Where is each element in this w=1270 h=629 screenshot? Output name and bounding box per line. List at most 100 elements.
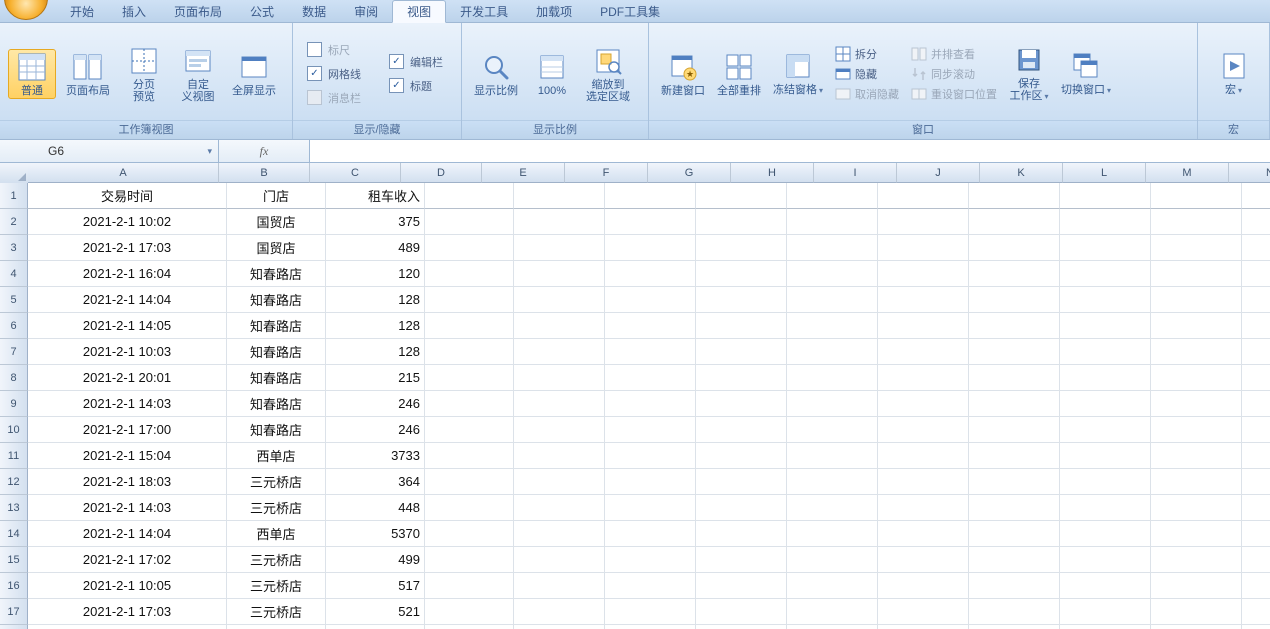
cell[interactable] (1242, 365, 1270, 391)
cell[interactable] (969, 365, 1060, 391)
cell[interactable]: 2021-2-1 14:03 (28, 391, 227, 417)
column-header[interactable]: N (1229, 163, 1270, 183)
cell[interactable] (514, 391, 605, 417)
cell[interactable] (878, 313, 969, 339)
cell[interactable] (969, 443, 1060, 469)
cell[interactable] (514, 261, 605, 287)
cell[interactable] (605, 495, 696, 521)
cell[interactable] (1151, 417, 1242, 443)
cell[interactable] (696, 287, 787, 313)
formulabar-checkbox[interactable]: ✓编辑栏 (389, 54, 443, 70)
cell[interactable] (1060, 287, 1151, 313)
cell[interactable] (969, 599, 1060, 625)
cell[interactable] (1151, 599, 1242, 625)
cell[interactable]: 489 (326, 235, 425, 261)
cell[interactable] (969, 625, 1060, 629)
cell[interactable] (605, 183, 696, 209)
fx-icon[interactable]: fx (260, 144, 269, 159)
page-break-preview-button[interactable]: 分页 预览 (120, 43, 168, 105)
cell[interactable] (969, 287, 1060, 313)
cell[interactable]: 246 (326, 391, 425, 417)
cell[interactable] (1060, 625, 1151, 629)
cell[interactable]: 2021-2-1 20:03 (28, 625, 227, 629)
cell[interactable] (878, 521, 969, 547)
tab-页面布局[interactable]: 页面布局 (160, 1, 236, 22)
cell[interactable]: 知春路店 (227, 287, 326, 313)
cell[interactable] (787, 495, 878, 521)
cell[interactable] (605, 235, 696, 261)
cell[interactable] (969, 183, 1060, 209)
cell[interactable] (969, 339, 1060, 365)
row-header[interactable]: 2 (0, 209, 28, 235)
cell[interactable] (1242, 235, 1270, 261)
cell[interactable] (1151, 339, 1242, 365)
cell[interactable]: 三元桥店 (227, 547, 326, 573)
cell[interactable]: 交易时间 (28, 183, 227, 209)
zoom-button[interactable]: 显示比例 (470, 49, 522, 99)
cell[interactable] (425, 417, 514, 443)
cell[interactable] (878, 443, 969, 469)
cell[interactable] (605, 521, 696, 547)
cell[interactable] (605, 573, 696, 599)
column-header[interactable]: F (565, 163, 648, 183)
cell[interactable]: 国贸店 (227, 235, 326, 261)
cell[interactable] (425, 209, 514, 235)
cell[interactable]: 知春路店 (227, 261, 326, 287)
cell[interactable] (1242, 625, 1270, 629)
cell[interactable] (1151, 547, 1242, 573)
tab-审阅[interactable]: 审阅 (340, 1, 392, 22)
cell[interactable] (1242, 339, 1270, 365)
tab-视图[interactable]: 视图 (392, 0, 446, 23)
cell[interactable]: 2021-2-1 16:04 (28, 261, 227, 287)
cell[interactable]: 2021-2-1 20:01 (28, 365, 227, 391)
cell[interactable] (1060, 235, 1151, 261)
cell[interactable] (514, 625, 605, 629)
cell[interactable] (696, 417, 787, 443)
cell[interactable]: 租车收入 (326, 183, 425, 209)
cell[interactable] (787, 547, 878, 573)
zoom-selection-button[interactable]: 缩放到 选定区域 (582, 43, 634, 105)
cell[interactable] (696, 625, 787, 629)
cell[interactable] (1151, 209, 1242, 235)
cell[interactable]: 西单店 (227, 443, 326, 469)
cell[interactable]: 知春路店 (227, 339, 326, 365)
cell[interactable] (696, 443, 787, 469)
tab-开始[interactable]: 开始 (56, 1, 108, 22)
cell[interactable]: 2021-2-1 10:03 (28, 339, 227, 365)
cell[interactable] (1242, 209, 1270, 235)
cell[interactable]: 知春路店 (227, 365, 326, 391)
cell[interactable] (514, 313, 605, 339)
cell[interactable] (1060, 573, 1151, 599)
cell[interactable] (425, 313, 514, 339)
cell[interactable]: 西单店 (227, 521, 326, 547)
row-header[interactable]: 16 (0, 573, 28, 599)
cell[interactable] (605, 391, 696, 417)
cell[interactable] (1060, 469, 1151, 495)
cell[interactable] (514, 547, 605, 573)
cell[interactable] (1242, 183, 1270, 209)
new-window-button[interactable]: ★ 新建窗口 (657, 49, 709, 99)
cell[interactable] (787, 443, 878, 469)
cell[interactable] (605, 547, 696, 573)
cell[interactable] (425, 547, 514, 573)
cell[interactable] (425, 469, 514, 495)
cell[interactable]: 国贸店 (227, 209, 326, 235)
cell[interactable]: 246 (326, 417, 425, 443)
cell[interactable] (425, 495, 514, 521)
cell[interactable] (1242, 417, 1270, 443)
cell[interactable] (425, 183, 514, 209)
cell[interactable]: 三元桥店 (227, 469, 326, 495)
cell[interactable] (787, 183, 878, 209)
column-header[interactable]: L (1063, 163, 1146, 183)
cell[interactable] (969, 495, 1060, 521)
cell[interactable] (1151, 365, 1242, 391)
cell-area[interactable]: 交易时间门店租车收入2021-2-1 10:02国贸店3752021-2-1 1… (28, 183, 1270, 629)
cell[interactable] (1060, 313, 1151, 339)
cell[interactable] (605, 313, 696, 339)
cell[interactable] (425, 261, 514, 287)
tab-开发工具[interactable]: 开发工具 (446, 1, 522, 22)
tab-数据[interactable]: 数据 (288, 1, 340, 22)
cell[interactable] (696, 391, 787, 417)
cell[interactable] (605, 339, 696, 365)
column-header[interactable]: I (814, 163, 897, 183)
